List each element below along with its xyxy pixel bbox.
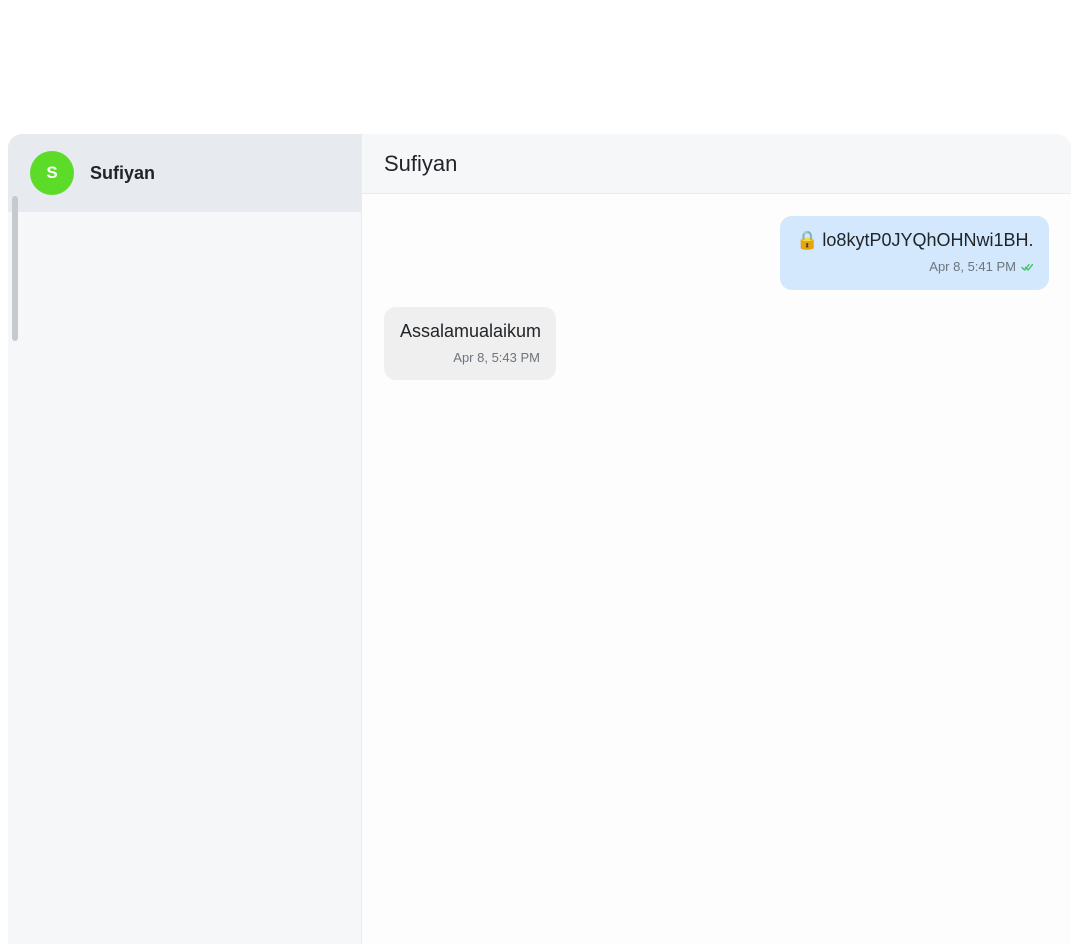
sidebar-scrollbar[interactable] [12,196,18,341]
avatar: S [30,151,74,195]
message-timestamp: Apr 8, 5:43 PM [453,350,540,365]
contact-item-sufiyan[interactable]: S Sufiyan [8,134,361,212]
message-meta: Apr 8, 5:41 PM [796,259,1033,274]
contact-name: Sufiyan [90,162,156,183]
chat-panel: Sufiyan 🔒 lo8kytP0JYQhOHNwi1BH... Apr 8, … [362,134,1071,944]
message-meta: Apr 8, 5:43 PM [400,350,540,365]
received-message[interactable]: Assalamualaikum Apr 8, 5:43 PM [384,307,556,380]
double-check-icon [1021,263,1033,271]
chat-title: Sufiyan [384,150,458,176]
message-text: 🔒 lo8kytP0JYQhOHNwi1BH... [796,230,1033,251]
message-text: Assalamualaikum [400,321,540,341]
encrypted-message-text: lo8kytP0JYQhOHNwi1BH... [822,230,1033,250]
message-timestamp: Apr 8, 5:41 PM [929,259,1016,274]
contacts-sidebar: S Sufiyan [8,134,362,944]
message-list: 🔒 lo8kytP0JYQhOHNwi1BH... Apr 8, 5:41 PM … [362,194,1071,944]
sent-message[interactable]: 🔒 lo8kytP0JYQhOHNwi1BH... Apr 8, 5:41 PM [780,216,1049,290]
lock-icon: 🔒 [796,230,819,250]
messenger-app: S Sufiyan Sufiyan 🔒 lo8kytP0JYQhOHNwi1BH.… [8,134,1071,944]
chat-header: Sufiyan [362,134,1071,194]
